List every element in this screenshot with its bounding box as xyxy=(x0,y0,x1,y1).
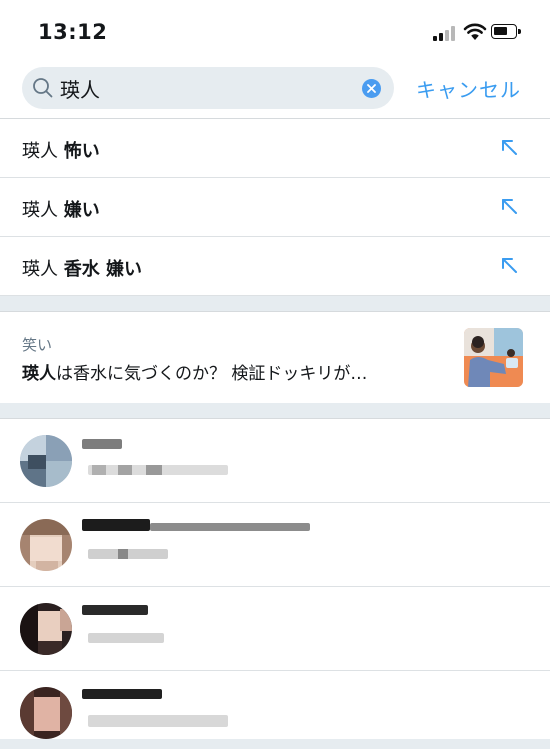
cellular-signal-icon xyxy=(433,25,459,41)
redacted-handle xyxy=(88,715,228,727)
battery-icon xyxy=(491,24,521,39)
suggestion-prefix: 瑛人 xyxy=(22,200,58,221)
avatar xyxy=(20,435,72,487)
cancel-button[interactable]: キャンセル xyxy=(416,74,521,103)
suggestion-text: 瑛人 香水 嫌い xyxy=(22,255,142,281)
suggestion-item[interactable]: 瑛人 嫌い xyxy=(0,178,550,237)
search-icon xyxy=(33,78,53,98)
redacted-name xyxy=(82,519,150,531)
redacted-handle xyxy=(88,549,168,559)
user-results xyxy=(0,419,550,754)
suggestion-item[interactable]: 瑛人 香水 嫌い xyxy=(0,237,550,296)
user-result-item[interactable] xyxy=(0,419,550,503)
moment-category: 笑い xyxy=(22,336,53,354)
wifi-icon xyxy=(463,23,487,40)
moment-title-rest: は香水に気づくのか？ 検証ドッキリが… xyxy=(56,364,368,384)
suggestion-prefix: 瑛人 xyxy=(22,259,58,280)
avatar xyxy=(20,687,72,739)
moment-title-highlight: 瑛人 xyxy=(22,364,56,384)
user-result-item[interactable] xyxy=(0,587,550,671)
moment-thumbnail xyxy=(464,328,523,387)
redacted-bio xyxy=(150,523,310,531)
status-bar: 13:12 xyxy=(0,0,550,64)
suggestion-bold: 嫌い xyxy=(63,200,100,221)
moment-title: 瑛人は香水に気づくのか？ 検証ドッキリが… xyxy=(22,359,442,384)
fill-query-arrow-icon[interactable] xyxy=(500,197,518,215)
avatar xyxy=(20,603,72,655)
clear-search-icon[interactable] xyxy=(362,79,381,98)
suggestion-item[interactable]: 瑛人 怖い xyxy=(0,119,550,178)
section-separator xyxy=(0,403,550,419)
status-time: 13:12 xyxy=(38,20,108,44)
avatar xyxy=(20,519,72,571)
search-input[interactable] xyxy=(60,67,350,109)
fill-query-arrow-icon[interactable] xyxy=(500,138,518,156)
bottom-separator xyxy=(0,739,550,749)
suggestion-text: 瑛人 嫌い xyxy=(22,196,100,222)
search-bar[interactable] xyxy=(22,67,394,109)
suggestion-prefix: 瑛人 xyxy=(22,141,58,162)
redacted-name xyxy=(82,605,148,615)
section-separator xyxy=(0,296,550,312)
redacted-name xyxy=(82,439,122,449)
suggestion-bold: 香水 嫌い xyxy=(63,259,143,280)
fill-query-arrow-icon[interactable] xyxy=(500,256,518,274)
user-result-item[interactable] xyxy=(0,503,550,587)
redacted-handle xyxy=(88,633,164,643)
suggestion-text: 瑛人 怖い xyxy=(22,137,100,163)
suggestion-bold: 怖い xyxy=(63,141,100,162)
search-suggestions: 瑛人 怖い 瑛人 嫌い 瑛人 香水 嫌い xyxy=(0,118,550,296)
moment-result[interactable]: 笑い 瑛人は香水に気づくのか？ 検証ドッキリが… xyxy=(0,311,550,404)
redacted-name xyxy=(82,689,162,699)
